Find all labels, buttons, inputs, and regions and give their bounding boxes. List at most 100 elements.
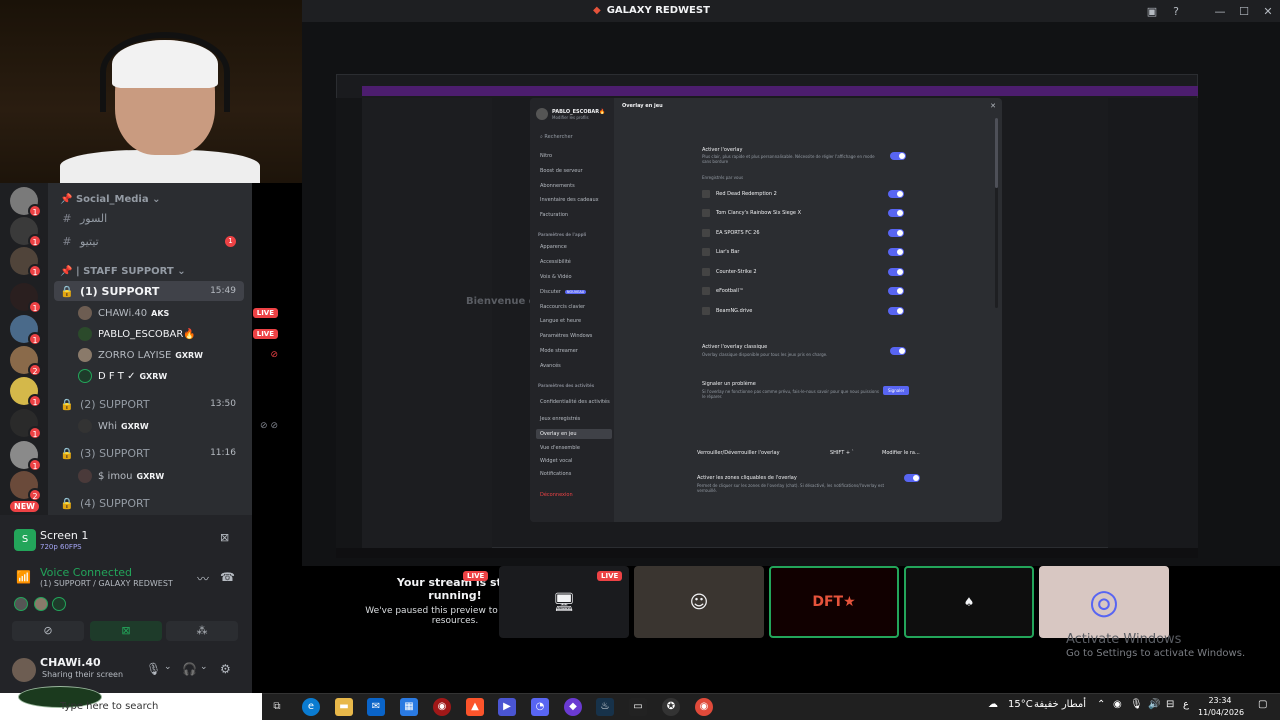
server-icon[interactable]: 1 (10, 377, 42, 408)
settings-item-streamer[interactable]: Mode streamer (536, 346, 612, 356)
weather-icon[interactable]: ☁ (988, 699, 998, 710)
voice-connected-channel[interactable]: (1) SUPPORT / GALAXY REDWEST (40, 579, 173, 588)
voice-user[interactable]: $ imou GXRW (78, 466, 288, 486)
stream-tile[interactable]: DFT★ (769, 566, 899, 638)
report-button[interactable]: Signaler (883, 386, 910, 395)
settings-item-advanced[interactable]: Avancés (536, 361, 612, 371)
game-toggle[interactable] (888, 229, 904, 237)
avatar[interactable] (12, 658, 36, 682)
server-icon[interactable]: 1 (10, 217, 42, 248)
settings-item-notifications[interactable]: Notifications (536, 469, 612, 479)
voice-user[interactable]: CHAWi.40 AKS LIVE (78, 303, 288, 323)
app-icon[interactable]: ▭ (629, 698, 647, 716)
settings-item-accessibility[interactable]: Accessibilité (536, 257, 612, 267)
microphone-icon[interactable]: 🎙 (146, 662, 161, 676)
settings-search[interactable]: ⌕ Rechercher (536, 134, 610, 144)
settings-item-chat[interactable]: Discuter NOUVEAU (536, 287, 612, 297)
chevron-up-icon[interactable]: ⌃ (1097, 699, 1105, 710)
settings-item-gifts[interactable]: Inventaire des cadeaux (536, 195, 612, 205)
voice-user[interactable]: Whi GXRW ⊘ ⊘ (78, 416, 288, 436)
notification-icon[interactable]: ▢ (1258, 699, 1267, 710)
steam-icon[interactable]: ♨ (596, 698, 614, 716)
classic-overlay-toggle[interactable] (890, 347, 906, 355)
inbox-icon[interactable]: ▣ (1140, 5, 1164, 18)
channel-sour[interactable]: # السور (54, 208, 244, 228)
server-icon[interactable]: 2 (10, 471, 42, 502)
close-button[interactable]: ✕ (1256, 5, 1280, 18)
settings-item-logout[interactable]: Déconnexion (536, 490, 612, 500)
settings-item-voice[interactable]: Voix & Vidéo (536, 272, 612, 282)
chevron-down-icon[interactable]: ⌄ (200, 662, 208, 672)
settings-item-activity-privacy[interactable]: Confidentialité des activités (536, 395, 612, 409)
noise-suppression-icon[interactable]: 〰 (197, 570, 209, 587)
settings-item-windows[interactable]: Paramètres Windows (536, 331, 612, 341)
settings-item-appearance[interactable]: Apparence (536, 242, 612, 252)
headphones-icon[interactable]: 🎧 (182, 662, 197, 676)
server-icon[interactable]: 1 (10, 283, 42, 314)
game-toggle[interactable] (888, 268, 904, 276)
settings-item-games[interactable]: Jeux enregistrés (536, 414, 612, 424)
game-toggle[interactable] (888, 287, 904, 295)
clock-date[interactable]: 11/04/2026 (1198, 708, 1244, 717)
enable-overlay-toggle[interactable] (890, 152, 906, 160)
microphone-icon[interactable]: 🎙 (1130, 699, 1143, 710)
edge-icon[interactable]: e (302, 698, 320, 716)
server-icon[interactable]: 1 (10, 315, 42, 346)
settings-user[interactable]: PABLO_ESCOBAR🔥 Modifier les profils (536, 108, 605, 120)
voice-channel-support-2[interactable]: 🔒 (2) SUPPORT 13:50 (54, 394, 244, 414)
record-icon[interactable]: ◉ (1113, 699, 1122, 710)
settings-item-overlay[interactable]: Overlay en jeu (536, 429, 612, 439)
player-icon[interactable]: ▶ (498, 698, 516, 716)
discord-icon[interactable]: ◔ (531, 698, 549, 716)
channel-tiktok[interactable]: # تيتيو 1 (54, 231, 244, 251)
app-icon[interactable]: ✪ (662, 698, 680, 716)
screen-share-button[interactable]: ⊠ (90, 621, 162, 641)
minimize-button[interactable]: — (1208, 5, 1232, 18)
signal-icon[interactable]: 📶 (16, 570, 31, 584)
close-icon[interactable]: ✕ (990, 102, 996, 110)
language-indicator[interactable]: ع (1183, 699, 1189, 710)
voice-user[interactable]: D F T ✓ GXRW (78, 366, 288, 386)
folder-icon[interactable]: ▬ (335, 698, 353, 716)
settings-item-voice-widget[interactable]: Widget vocal (536, 456, 612, 466)
app-icon[interactable]: ◉ (433, 698, 451, 716)
category-social[interactable]: 📌 Social_Media ⌄ (60, 194, 160, 205)
brave-icon[interactable]: ▲ (466, 698, 484, 716)
settings-item-nitro[interactable]: Nitro (536, 151, 612, 161)
disconnect-icon[interactable]: ☎ (220, 570, 235, 584)
server-icon[interactable]: 1 (10, 409, 42, 440)
app-icon[interactable]: ◆ (564, 698, 582, 716)
stream-tile[interactable]: ☺ (634, 566, 764, 638)
camera-off-button[interactable]: ⊘ (12, 621, 84, 641)
game-toggle[interactable] (888, 307, 904, 315)
scrollbar[interactable] (995, 118, 998, 308)
task-view-icon[interactable]: ⧉ (268, 698, 286, 716)
chevron-down-icon[interactable]: ⌄ (164, 662, 172, 672)
clickable-zones-toggle[interactable] (904, 474, 920, 482)
lock-overlay-edit[interactable]: Modifier le ra... (882, 450, 920, 456)
voice-user[interactable]: PABLO_ESCOBAR🔥 LIVE (78, 324, 288, 344)
maximize-button[interactable]: ☐ (1232, 5, 1256, 18)
network-icon[interactable]: ⊟ (1166, 699, 1174, 710)
speaker-icon[interactable]: 🔊 (1148, 699, 1160, 710)
server-icon[interactable]: 1 (10, 187, 42, 218)
clock-time[interactable]: 23:34 (1198, 696, 1242, 705)
activities-button[interactable]: ⁂ (166, 621, 238, 641)
server-icon[interactable]: 1 (10, 247, 42, 278)
game-toggle[interactable] (888, 190, 904, 198)
voice-user[interactable]: ZORRO LAYISE GXRW ⊘ (78, 345, 288, 365)
settings-item-boost[interactable]: Boost de serveur (536, 166, 612, 176)
server-icon[interactable]: 1 (10, 441, 42, 472)
chrome-icon[interactable]: ◉ (695, 698, 713, 716)
game-toggle[interactable] (888, 248, 904, 256)
voice-channel-support-3[interactable]: 🔒 (3) SUPPORT 11:16 (54, 443, 244, 463)
stop-share-icon[interactable]: ⊠ (220, 531, 229, 544)
settings-item-billing[interactable]: Facturation (536, 210, 612, 220)
mail-icon[interactable]: ✉ (367, 698, 385, 716)
stream-tile[interactable]: ◎ (1039, 566, 1169, 638)
settings-item-keybinds[interactable]: Raccourcis clavier (536, 302, 612, 312)
voice-channel-support-1[interactable]: 🔒 (1) SUPPORT 15:49 (54, 281, 244, 301)
server-icon[interactable]: 2 (10, 346, 42, 377)
stream-tile[interactable]: ♠ (904, 566, 1034, 638)
help-icon[interactable]: ? (1164, 5, 1188, 18)
